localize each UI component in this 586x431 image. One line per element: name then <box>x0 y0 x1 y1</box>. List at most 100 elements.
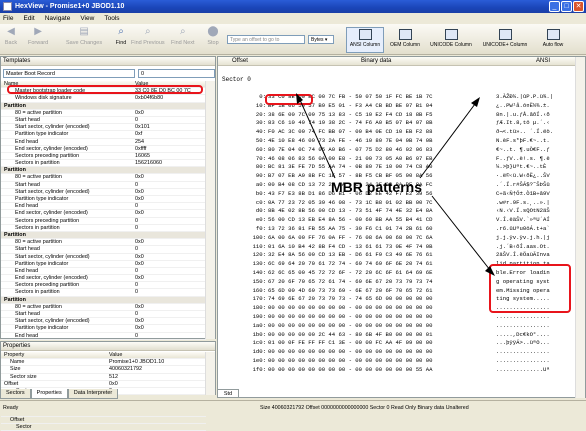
unicode-column-button[interactable]: UNICODE Column <box>426 27 476 53</box>
hex-bytes: BC 81 3E FE 7D 55 AA 74 - 0B 80 7E 10 00… <box>268 163 433 171</box>
hex-editor[interactable]: Offset Binary data ANSI Sector 0 0: 33 C0… <box>217 56 586 398</box>
property-row[interactable]: Name Promise1+0 JBOD1.10 <box>1 359 206 367</box>
forward-button[interactable]: ▶ Forward <box>28 26 48 46</box>
unit-select[interactable]: Bytes ▾ <box>308 35 334 44</box>
hex-line[interactable]: 190: 00 00 00 00 00 00 00 00 - 00 00 00 0… <box>222 313 576 322</box>
back-button[interactable]: ◀ Back <box>4 26 18 46</box>
template-row[interactable]: 80 = active partition 0x0 <box>1 174 206 182</box>
template-row-value <box>135 103 206 109</box>
template-row[interactable]: End sector, cylinder (encoded) 0x0 <box>1 275 206 283</box>
property-row[interactable]: Offset <box>1 417 206 424</box>
hex-line[interactable]: f0: 13 72 36 81 FB 55 AA 75 - 30 F6 C1 01… <box>222 225 576 234</box>
template-row[interactable]: Start head 0 <box>1 182 206 189</box>
template-row[interactable]: 80 = active partition 0x0 <box>1 110 206 117</box>
hex-line[interactable]: 80: BC 81 3E FE 7D 55 AA 74 - 0B 80 7E 10… <box>222 163 576 172</box>
template-group-row[interactable]: Partition <box>1 102 206 110</box>
hex-line[interactable]: 40: F0 AC 3C 00 74 FC BB 07 - 00 B4 0E CD… <box>222 128 576 137</box>
template-row-value <box>135 232 206 238</box>
template-row[interactable]: Partition type indicator 0x0 <box>1 325 206 333</box>
tab-properties[interactable]: Properties <box>30 389 68 399</box>
template-row[interactable]: Start head 0 <box>1 311 206 319</box>
find-next-button[interactable]: ⌕ Find Next <box>171 26 195 46</box>
hex-line[interactable]: 60: 80 7E 04 0C 74 05 A0 B6 - 07 75 D2 80… <box>222 146 576 155</box>
minimize-button[interactable]: _ <box>549 1 560 12</box>
menu-view[interactable]: View <box>80 15 94 22</box>
hex-line[interactable]: 70: 46 08 06 83 56 0A 00 E8 - 21 00 73 05… <box>222 155 576 164</box>
hex-line[interactable]: 1c0: 01 00 0F FE FF FF C1 3E - 00 00 FC A… <box>222 339 576 348</box>
template-row[interactable]: Start head 0 <box>1 117 206 125</box>
template-row[interactable]: End sector, cylinder (encoded) 0xffff <box>1 146 206 153</box>
menu-navigate[interactable]: Navigate <box>45 15 71 22</box>
tab-sectors[interactable]: Sectors <box>0 389 31 399</box>
template-row[interactable]: Partition type indicator 0x0 <box>1 196 206 204</box>
hex-line[interactable]: 110: 01 6A 10 B4 42 8B F4 CD - 13 61 61 7… <box>222 243 576 252</box>
property-row[interactable]: Offset 0x0 <box>1 381 206 388</box>
template-row[interactable]: Sectors in partition 0 <box>1 225 206 232</box>
template-row[interactable]: Start sector, cylinder (encoded) 0x0 <box>1 254 206 261</box>
template-row[interactable]: Start sector, cylinder (encoded) 0x0 <box>1 189 206 196</box>
template-row[interactable]: Sectors preceding partition 16065 <box>1 153 206 161</box>
hex-offset: d0: <box>255 207 266 215</box>
offset-input[interactable]: Type an offset to go to <box>227 35 305 44</box>
hex-line[interactable]: 50: 4E 10 E8 46 00 73 2A FE - 46 10 80 7E… <box>222 137 576 146</box>
stop-button[interactable]: ⬤ Stop <box>206 26 220 46</box>
template-row[interactable]: Partition type indicator 0x0 <box>1 261 206 268</box>
hex-line[interactable]: 120: 32 E4 8A 56 00 CD 13 EB - D6 61 F9 C… <box>222 251 576 260</box>
maximize-button[interactable]: □ <box>561 1 572 12</box>
template-row[interactable]: End head 254 <box>1 139 206 146</box>
template-select[interactable]: Master Boot Record <box>3 69 135 78</box>
menu-edit[interactable]: Edit <box>23 15 34 22</box>
hex-line[interactable]: c0: 0A 77 23 72 05 39 46 08 - 73 1C B8 01… <box>222 199 576 208</box>
template-row[interactable]: Start sector, cylinder (encoded) 0x101 <box>1 124 206 132</box>
template-group-row[interactable]: Partition <box>1 167 206 175</box>
hex-line[interactable]: 1a0: 00 00 00 00 00 00 00 00 - 00 00 00 0… <box>222 322 576 331</box>
template-row[interactable]: End head 0 <box>1 268 206 276</box>
hex-line[interactable]: 1e0: 00 00 00 00 00 00 00 00 - 00 00 00 0… <box>222 357 576 366</box>
template-row[interactable]: Sectors preceding partition 0 <box>1 218 206 225</box>
find-button[interactable]: ⌕ Find <box>114 26 128 46</box>
hex-line[interactable]: 1f0: 00 00 00 00 00 00 00 00 - 00 00 00 0… <box>222 366 576 375</box>
template-row[interactable]: End head 0 <box>1 333 206 340</box>
oem-column-button[interactable]: OEM Column <box>387 27 423 53</box>
close-button[interactable]: ✕ <box>573 1 584 12</box>
template-offset-input[interactable]: 0 <box>138 69 215 78</box>
templates-scrollbar[interactable] <box>205 81 215 339</box>
hex-line[interactable]: 100: 6A 00 6A 00 FF 76 0A FF - 76 08 6A 0… <box>222 234 576 243</box>
save-changes-button[interactable]: ▤ Save Changes <box>66 26 102 46</box>
tab-data-interpreter[interactable]: Data Interpreter <box>67 389 119 399</box>
template-row[interactable]: Partition type indicator 0xf <box>1 131 206 139</box>
hex-line[interactable]: 20: 38 6E 00 7C 09 75 13 83 - C5 10 E2 F4… <box>222 111 576 120</box>
hex-line[interactable]: 1d0: 00 00 00 00 00 00 00 00 - 00 00 00 0… <box>222 348 576 357</box>
hex-line[interactable]: 30: 83 C6 10 49 74 19 38 2C - 74 F6 A0 B5… <box>222 119 576 128</box>
property-row[interactable]: Sector size 512 <box>1 374 206 381</box>
template-row-name: End sector, cylinder (encoded) <box>15 210 88 217</box>
template-row[interactable]: End sector, cylinder (encoded) 0x0 <box>1 210 206 218</box>
template-row[interactable]: 80 = active partition 0x0 <box>1 304 206 311</box>
template-row[interactable]: Sectors in partition 0 <box>1 289 206 297</box>
hex-line[interactable]: 1b0: 00 00 00 00 00 2C 44 63 - 80 6B 4F B… <box>222 331 576 340</box>
template-group-row[interactable]: Partition <box>1 296 206 304</box>
menu-file[interactable]: File <box>3 15 13 22</box>
editor-scrollbar[interactable] <box>575 57 585 398</box>
template-row[interactable]: Sectors preceding partition 0 <box>1 282 206 290</box>
template-row[interactable]: Start head 0 <box>1 246 206 254</box>
auto-flow-button[interactable]: Auto flow <box>538 27 568 53</box>
template-row-name: End head <box>15 332 39 339</box>
unicode-plus-column-button[interactable]: UNICODE+ Column <box>478 27 532 53</box>
template-row[interactable]: 80 = active partition 0x0 <box>1 239 206 247</box>
template-row[interactable]: End head 0 <box>1 203 206 211</box>
menu-tools[interactable]: Tools <box>104 15 119 22</box>
find-previous-button[interactable]: ⌕ Find Previous <box>131 26 165 46</box>
hex-line[interactable]: e0: 56 00 CD 13 EB E4 8A 56 - 00 60 BB AA… <box>222 216 576 225</box>
ansi-column-button[interactable]: ANSI Column <box>346 27 384 53</box>
hex-ansi: 3.ÀŽÐ¼.|ûP.P.ü¾.| <box>496 93 554 100</box>
property-row[interactable]: Size 40060321792 <box>1 366 206 374</box>
template-row[interactable]: Windows disk signature 0xb04f6b80 <box>1 95 206 103</box>
hex-line[interactable]: d0: 8B 4E 02 8B 56 00 CD 13 - 73 51 4F 74… <box>222 207 576 216</box>
tab-std[interactable]: Std <box>217 389 239 398</box>
property-row[interactable]: Sector <box>1 424 206 431</box>
hex-bytes: 83 C6 10 49 74 19 38 2C - 74 F6 A0 B5 07… <box>268 119 433 127</box>
template-group-row[interactable]: Partition <box>1 231 206 240</box>
template-row[interactable]: Sectors in partition 156216060 <box>1 160 206 168</box>
template-row[interactable]: Start sector, cylinder (encoded) 0x0 <box>1 318 206 326</box>
